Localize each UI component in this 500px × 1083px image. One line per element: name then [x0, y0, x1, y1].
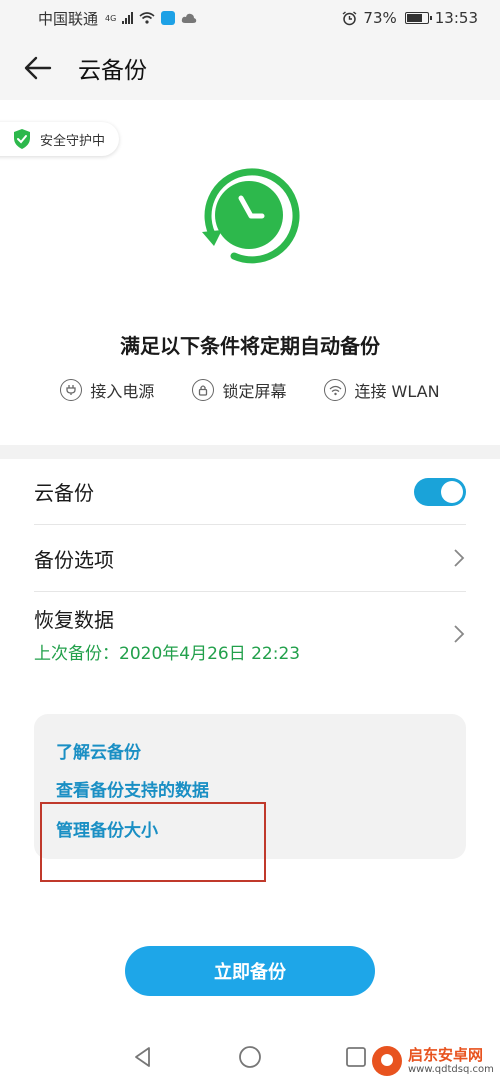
section-divider [0, 445, 500, 459]
status-bar: 中国联通 4G 73% 13:53 [0, 0, 500, 36]
lock-icon [192, 379, 215, 401]
condition-lock: 锁定屏幕 [192, 378, 286, 402]
chevron-right-icon [454, 549, 465, 567]
wifi-icon [324, 379, 347, 401]
condition-label: 锁定屏幕 [222, 382, 287, 401]
watermark-logo-icon [372, 1046, 402, 1076]
alarm-icon [342, 10, 357, 25]
chevron-right-icon [454, 625, 465, 643]
restore-data-label: 恢复数据 [34, 608, 114, 632]
plug-icon [60, 379, 83, 401]
wifi-status-icon [139, 12, 155, 24]
shield-check-icon [14, 129, 30, 149]
restore-data-row[interactable]: 恢复数据 上次备份：2020年4月26日 22:23 [34, 592, 466, 676]
battery-icon [404, 12, 432, 24]
security-badge[interactable]: 安全守护中 [0, 122, 120, 156]
settings-list: 云备份 备份选项 恢复数据 上次备份：2020年4月26日 22:23 [0, 459, 500, 676]
cloud-status-icon [182, 13, 197, 23]
back-button[interactable] [18, 48, 58, 88]
backup-options-row[interactable]: 备份选项 [34, 525, 466, 592]
watermark-url: www.qdtdsq.com [408, 1063, 494, 1075]
carrier-name: 中国联通 [38, 9, 99, 28]
backup-hero: 安全守护中 满足以下条件将定期自动备份 接入电源 锁定屏幕 连接 WLAN [0, 100, 500, 445]
condition-list: 接入电源 锁定屏幕 连接 WLAN [0, 378, 500, 402]
condition-power: 接入电源 [60, 378, 154, 402]
nav-home-icon[interactable] [237, 1044, 263, 1070]
restore-data-text: 恢复数据 上次备份：2020年4月26日 22:23 [34, 604, 300, 664]
nav-back-icon[interactable] [130, 1044, 156, 1070]
cloud-backup-row[interactable]: 云备份 [34, 459, 466, 525]
condition-wlan: 连接 WLAN [324, 378, 440, 402]
watermark-name: 启东安卓网 [408, 1046, 484, 1065]
view-supported-data-link[interactable]: 查看备份支持的数据 [56, 776, 209, 801]
cloud-backup-label: 云备份 [34, 481, 94, 505]
auto-backup-condition-title: 满足以下条件将定期自动备份 [120, 334, 380, 358]
site-watermark: 启东安卓网 www.qdtdsq.com [372, 1046, 494, 1076]
highlight-annotation [40, 802, 266, 882]
app-notification-icon [161, 11, 176, 25]
network-type: 4G [105, 13, 117, 23]
app-header: 云备份 [0, 36, 500, 100]
backup-clock-icon [202, 168, 300, 264]
cloud-backup-toggle[interactable] [414, 477, 466, 506]
learn-cloud-backup-link[interactable]: 了解云备份 [56, 738, 141, 763]
condition-label: 连接 WLAN [354, 382, 440, 401]
battery-percent: 73% [363, 9, 397, 27]
last-backup-time: 上次备份：2020年4月26日 22:23 [34, 644, 301, 664]
back-arrow-icon [24, 56, 52, 80]
signal-icon [122, 12, 134, 24]
condition-label: 接入电源 [90, 382, 155, 401]
backup-now-button[interactable]: 立即备份 [125, 946, 375, 996]
clock-time: 13:53 [434, 9, 478, 27]
security-badge-label: 安全守护中 [40, 133, 106, 149]
toggle-knob [441, 480, 463, 503]
nav-recents-icon[interactable] [343, 1044, 369, 1070]
backup-options-label: 备份选项 [34, 547, 114, 572]
page-title: 云备份 [78, 58, 147, 84]
